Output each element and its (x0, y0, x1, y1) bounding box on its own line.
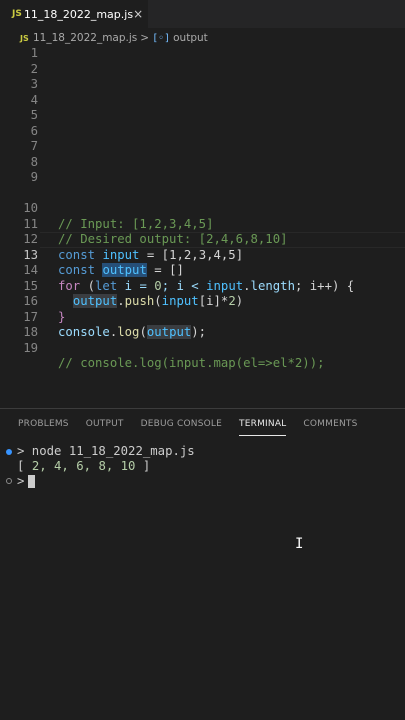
text-cursor-icon: I (295, 536, 304, 552)
javascript-file-icon: JS (20, 33, 29, 43)
terminal-cursor (28, 475, 36, 488)
tab-debug-console[interactable]: DEBUG CONSOLE (141, 410, 222, 438)
line-number: 7 (30, 139, 38, 153)
command-pending-dot-icon[interactable] (6, 478, 12, 484)
close-icon[interactable]: × (133, 7, 143, 21)
terminal[interactable]: > node 11_18_2022_map.js [ 2, 4, 6, 8, 1… (0, 440, 405, 720)
variable-symbol-icon: [◦] (152, 32, 171, 44)
breadcrumb-symbol[interactable]: output (173, 32, 208, 44)
tab-comments[interactable]: COMMENTS (303, 410, 357, 438)
editor-tab-bar: JS 11_18_2022_map.js × (0, 0, 405, 28)
line-number: 1 (30, 46, 38, 60)
tab-terminal[interactable]: TERMINAL (239, 410, 287, 438)
javascript-file-icon: JS (12, 9, 22, 19)
terminal-prompt-line[interactable]: > (17, 474, 36, 489)
panel-tab-bar: PROBLEMS OUTPUT DEBUG CONSOLE TERMINAL C… (0, 410, 405, 438)
line-number: 4 (30, 92, 38, 107)
line-number: 6 (30, 123, 38, 138)
chevron-right-icon: > (140, 32, 150, 44)
terminal-output-values: 2, 4, 6, 8, 10 (31, 459, 136, 473)
terminal-bracket: ] (135, 459, 151, 473)
tab-problems[interactable]: PROBLEMS (18, 410, 69, 438)
terminal-bracket: [ (17, 459, 32, 473)
line-number: 2 (30, 61, 38, 76)
line-number: 5 (30, 108, 38, 122)
breadcrumb: JS 11_18_2022_map.js > [◦] output (0, 28, 405, 48)
code-editor[interactable]: 1 2 3 4 5 6 7 8 9 10 // Input: [1,2,3,4,… (0, 46, 405, 406)
tab-output[interactable]: OUTPUT (86, 410, 124, 438)
file-tab-label: 11_18_2022_map.js (23, 7, 134, 21)
terminal-output-line: [ 2, 4, 6, 8, 10 ] (17, 459, 150, 474)
code-comment: // console.log(input.map(el=>el*2)); (58, 356, 325, 370)
line-number: 19 (23, 340, 38, 355)
command-success-dot-icon[interactable] (6, 449, 12, 455)
breadcrumb-file[interactable]: 11_18_2022_map.js (33, 32, 137, 44)
terminal-prompt: > (17, 474, 25, 488)
file-tab[interactable]: JS 11_18_2022_map.js × (0, 0, 148, 28)
line-number: 8 (30, 154, 38, 169)
line-number: 9 (30, 170, 38, 184)
panel-divider[interactable] (0, 408, 405, 409)
line-number: 3 (30, 77, 38, 91)
terminal-command-line: > node 11_18_2022_map.js (17, 444, 195, 458)
